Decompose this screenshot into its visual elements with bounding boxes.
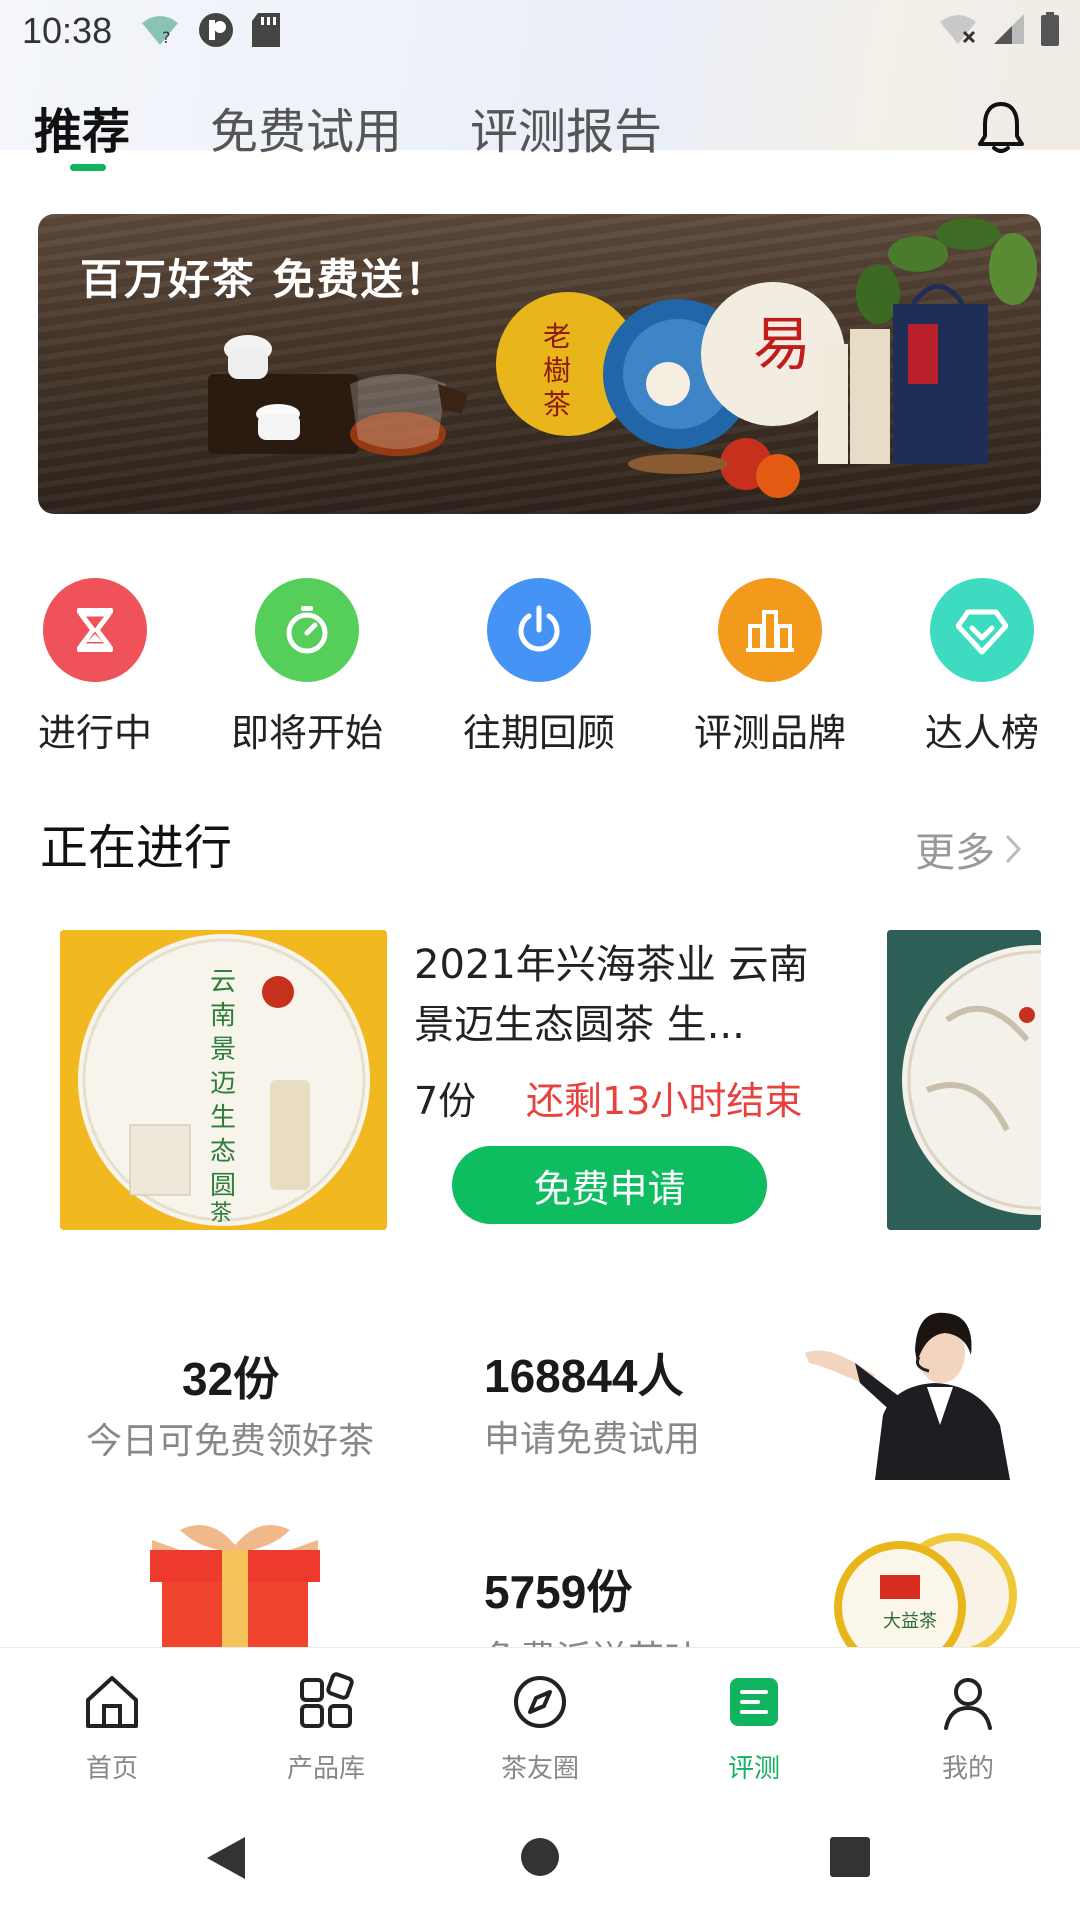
status-time: 10:38	[22, 10, 113, 51]
product-title[interactable]: 2021年兴海茶业 云南景迈生态圆茶 生...	[414, 935, 814, 1055]
next-product-image	[887, 930, 1041, 1230]
top-tabs: 推荐 免费试用 评测报告	[0, 92, 1080, 182]
status-icons-right	[938, 12, 1060, 46]
product-image[interactable]: 云 南 景 迈 生 态 圆 茶	[60, 930, 387, 1230]
nav-mine[interactable]: 我的	[898, 1670, 1038, 1785]
quick-entry-past-review[interactable]: 往期回顾	[439, 578, 639, 757]
recents-square-icon[interactable]	[830, 1837, 870, 1877]
nav-tea-friends[interactable]: 茶友圈	[470, 1670, 610, 1785]
signal-icon	[994, 14, 1024, 44]
hourglass-icon	[43, 578, 147, 682]
tab-recommend[interactable]: 推荐	[34, 92, 130, 162]
stat-delivered-count: 5759份	[484, 1566, 633, 1618]
home-icon	[86, 1676, 138, 1728]
quick-entry-label: 评测品牌	[693, 711, 846, 755]
product-count: 7份	[414, 1079, 477, 1123]
quick-entry-expert-ranking[interactable]: 达人榜	[882, 578, 1080, 757]
svg-text:易: 易	[753, 310, 811, 378]
nav-label: 我的	[941, 1754, 994, 1784]
product-remaining-time: 还剩13小时结束	[526, 1079, 803, 1123]
quick-entry-label: 即将开始	[230, 711, 383, 755]
grid-icon	[300, 1672, 354, 1728]
svg-text:大益茶: 大益茶	[883, 1611, 937, 1632]
system-navigation-bar	[0, 1787, 1080, 1920]
nav-label: 评测	[727, 1754, 780, 1784]
status-icons-left: ?	[140, 12, 280, 48]
quick-entry-label: 进行中	[37, 711, 152, 755]
timer-icon	[255, 578, 359, 682]
quick-entry-label: 往期回顾	[462, 711, 615, 755]
section-title: 正在进行	[40, 820, 233, 876]
banner-title: 百万好茶 免费送！	[80, 255, 449, 304]
free-apply-button[interactable]: 免费申请	[452, 1146, 767, 1224]
svg-text:景: 景	[210, 1035, 236, 1065]
bell-icon[interactable]	[978, 100, 1024, 154]
tab-free-trial[interactable]: 免费试用	[210, 92, 402, 162]
lower-content-area: 5759份 免费派送茶叶 大益茶	[0, 1250, 1080, 1647]
status-bar: 10:38 ?	[0, 0, 1080, 64]
sd-card-icon	[252, 13, 280, 47]
wifi-off-icon	[940, 15, 976, 44]
nav-review[interactable]: 评测	[684, 1670, 824, 1785]
svg-text:态: 态	[210, 1137, 236, 1167]
quick-entry-label: 达人榜	[924, 711, 1039, 755]
promo-banner[interactable]: 老 樹 茶 易 百万好茶 免费送！	[38, 214, 1041, 514]
stat-delivered-label: 免费派送茶叶	[484, 1630, 700, 1647]
app-notification-icon	[199, 13, 233, 47]
gift-box-illustration	[150, 1525, 320, 1647]
chevron-right-icon	[1005, 834, 1021, 864]
compass-icon	[514, 1676, 566, 1728]
nav-label: 产品库	[286, 1754, 365, 1784]
active-tab-indicator	[70, 164, 106, 171]
diamond-icon	[930, 578, 1034, 682]
quick-entry-review-brand[interactable]: 评测品牌	[670, 578, 870, 757]
more-label: 更多	[915, 830, 995, 876]
brand-buildings-icon	[718, 578, 822, 682]
nav-home[interactable]: 首页	[42, 1670, 182, 1785]
next-product-card[interactable]	[887, 930, 1041, 1230]
user-icon	[944, 1678, 992, 1730]
svg-text:茶: 茶	[543, 388, 571, 421]
review-icon	[730, 1678, 778, 1726]
wifi-question-icon: ?	[142, 16, 178, 47]
svg-text:云: 云	[210, 967, 236, 997]
nav-product-library[interactable]: 产品库	[256, 1670, 396, 1785]
tea-cake-image: 云 南 景 迈 生 态 圆 茶	[60, 930, 387, 1230]
tea-cakes-illustration: 大益茶	[834, 1533, 1017, 1647]
quick-entry-in-progress[interactable]: 进行中	[0, 578, 195, 757]
power-icon	[487, 578, 591, 682]
bottom-navigation: 首页 产品库 茶友圈 评测 我的	[0, 1647, 1080, 1787]
quick-entry-upcoming[interactable]: 即将开始	[207, 578, 407, 757]
svg-text:南: 南	[210, 1001, 236, 1031]
svg-text:?: ?	[162, 28, 171, 47]
svg-text:生: 生	[210, 1103, 236, 1133]
svg-text:樹: 樹	[543, 354, 571, 387]
svg-text:老: 老	[543, 320, 571, 353]
home-circle-icon[interactable]	[520, 1837, 560, 1877]
battery-icon	[1041, 12, 1059, 46]
back-icon[interactable]	[205, 1835, 247, 1881]
svg-text:迈: 迈	[210, 1069, 236, 1099]
more-link[interactable]: 更多	[915, 820, 1021, 878]
nav-label: 首页	[85, 1754, 138, 1784]
svg-text:茶: 茶	[210, 1201, 232, 1226]
nav-label: 茶友圈	[500, 1754, 579, 1784]
svg-text:圆: 圆	[210, 1171, 236, 1201]
tab-review-report[interactable]: 评测报告	[470, 92, 662, 162]
